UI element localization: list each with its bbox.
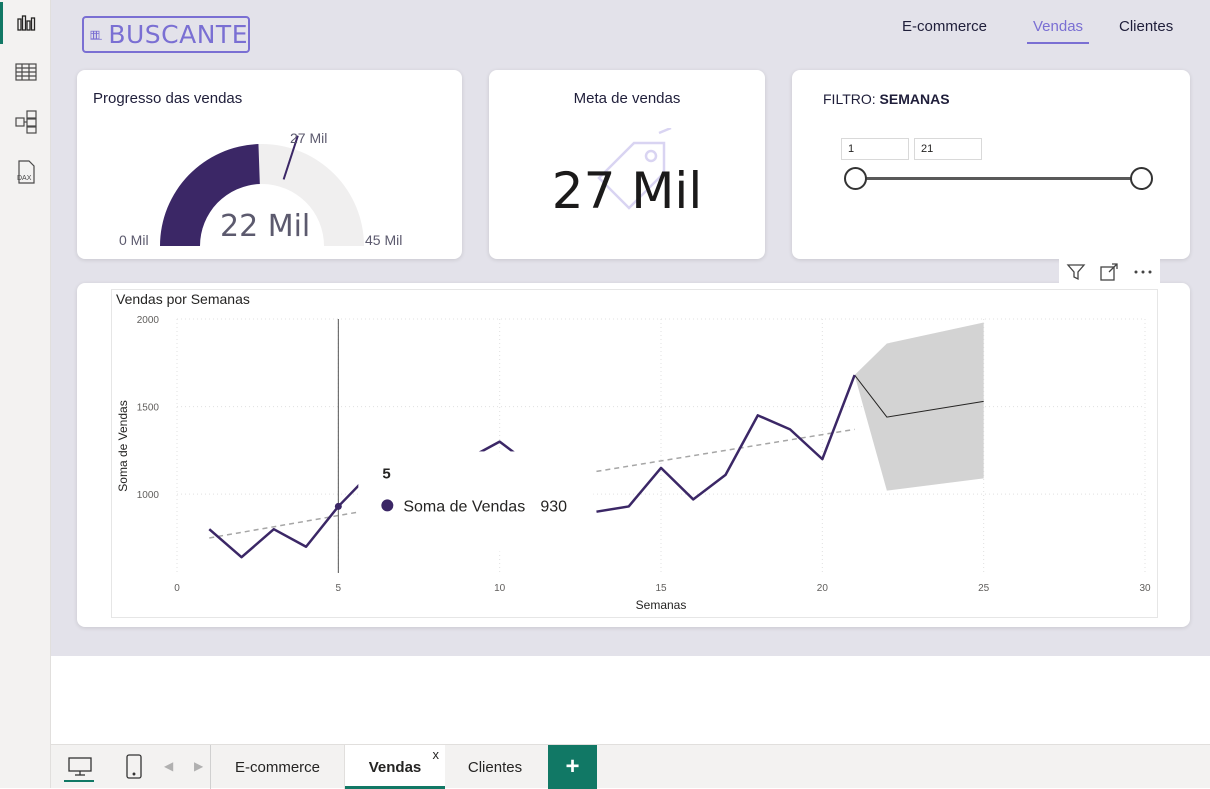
chart-title: Vendas por Semanas <box>116 291 250 307</box>
report-view-icon <box>16 15 35 31</box>
model-view-button[interactable] <box>0 99 51 145</box>
sales-goal-card[interactable]: Meta de vendas 27 Mil <box>489 70 765 259</box>
x-tick-label: 10 <box>494 583 506 594</box>
chart-tooltip: 5 Soma de Vendas 930 <box>358 451 594 552</box>
y-tick-label: 1500 <box>137 403 160 414</box>
gauge-min-label: 0 Mil <box>119 232 149 248</box>
page-tabs-bar: ◀ ▶ E-commerce Vendas x Clientes + <box>51 744 1210 789</box>
filter-title: FILTRO: SEMANAS <box>823 91 950 107</box>
report-view-button[interactable] <box>0 0 51 46</box>
svg-text:DAX: DAX <box>17 175 32 182</box>
filter-title-prefix: FILTRO: <box>823 91 880 107</box>
range-slider-track[interactable] <box>855 177 1141 180</box>
left-view-rail: DAX <box>0 0 51 788</box>
table-view-button[interactable] <box>0 49 51 95</box>
desktop-layout-icon <box>68 757 92 776</box>
tooltip-series-label: Soma de Vendas <box>403 498 525 515</box>
focus-mode-icon[interactable] <box>1099 262 1119 282</box>
tab-clientes[interactable]: Clientes <box>445 745 545 789</box>
tooltip-value: 930 <box>540 498 567 515</box>
kpi-title: Meta de vendas <box>573 90 681 107</box>
range-slider-min-handle[interactable] <box>844 167 867 190</box>
tab-vendas[interactable]: Vendas x <box>345 745 445 789</box>
week-filter-card[interactable]: FILTRO: SEMANAS 1 21 <box>792 70 1190 259</box>
range-min-input[interactable]: 1 <box>841 138 909 160</box>
gauge-max-label: 45 Mil <box>365 232 403 248</box>
desktop-layout-active-marker <box>64 780 94 782</box>
x-tick-label: 25 <box>978 583 990 594</box>
tooltip-series-dot <box>381 499 394 512</box>
dax-query-view-button[interactable]: DAX <box>0 149 51 195</box>
add-page-button[interactable]: + <box>548 745 597 789</box>
range-max-input[interactable]: 21 <box>914 138 982 160</box>
nav-vendas[interactable]: Vendas <box>1026 18 1090 44</box>
x-tick-label: 0 <box>174 583 180 594</box>
nav-clientes[interactable]: Clientes <box>1119 18 1173 40</box>
tab-close-button[interactable]: x <box>433 747 440 762</box>
tab-clientes-label: Clientes <box>467 758 523 776</box>
model-view-icon <box>14 110 37 134</box>
next-page-icon[interactable]: ▶ <box>194 759 203 773</box>
mobile-layout-icon <box>126 754 142 779</box>
mobile-layout-button[interactable] <box>118 751 150 783</box>
sales-progress-card[interactable]: Progresso das vendas 22 Mil 0 Mil 45 Mil… <box>77 70 462 259</box>
buscante-logo: BUSCANTE <box>82 16 250 53</box>
gauge-title: Progresso das vendas <box>93 90 243 107</box>
kpi-value: 27 Mil <box>551 162 703 220</box>
tab-ecommerce-label: E-commerce <box>234 758 320 776</box>
range-slider-max-handle[interactable] <box>1130 167 1153 190</box>
gauge-target-label: 27 Mil <box>290 130 328 146</box>
prev-page-icon[interactable]: ◀ <box>164 759 173 773</box>
table-view-icon <box>14 63 37 81</box>
logo-text: BUSCANTE <box>108 20 248 49</box>
tab-ecommerce[interactable]: E-commerce <box>211 745 345 789</box>
y-axis-label: Soma de Vendas <box>116 400 130 491</box>
desktop-layout-button[interactable] <box>64 751 96 783</box>
more-options-icon[interactable] <box>1132 262 1154 282</box>
x-axis-label: Semanas <box>636 598 687 612</box>
filter-title-field: SEMANAS <box>879 91 950 107</box>
dax-query-icon: DAX <box>17 160 35 184</box>
x-tick-label: 5 <box>336 583 342 594</box>
visual-header <box>1059 259 1160 285</box>
canvas-below-area <box>51 656 1210 744</box>
x-tick-label: 20 <box>817 583 829 594</box>
y-tick-label: 1000 <box>137 490 160 501</box>
x-tick-label: 30 <box>1139 583 1151 594</box>
tooltip-header: 5 <box>382 465 390 482</box>
nav-ecommerce[interactable]: E-commerce <box>902 18 987 40</box>
hover-point <box>334 502 342 510</box>
filter-icon[interactable] <box>1066 262 1086 282</box>
books-icon <box>90 30 102 40</box>
x-tick-label: 15 <box>655 583 667 594</box>
line-chart[interactable]: Vendas por Semanas 0 5 10 15 20 25 30 1000 1500… <box>111 289 1158 618</box>
tab-vendas-label: Vendas <box>368 758 422 776</box>
y-tick-label: 2000 <box>137 315 160 326</box>
gauge-value-label: 22 Mil <box>220 209 311 244</box>
